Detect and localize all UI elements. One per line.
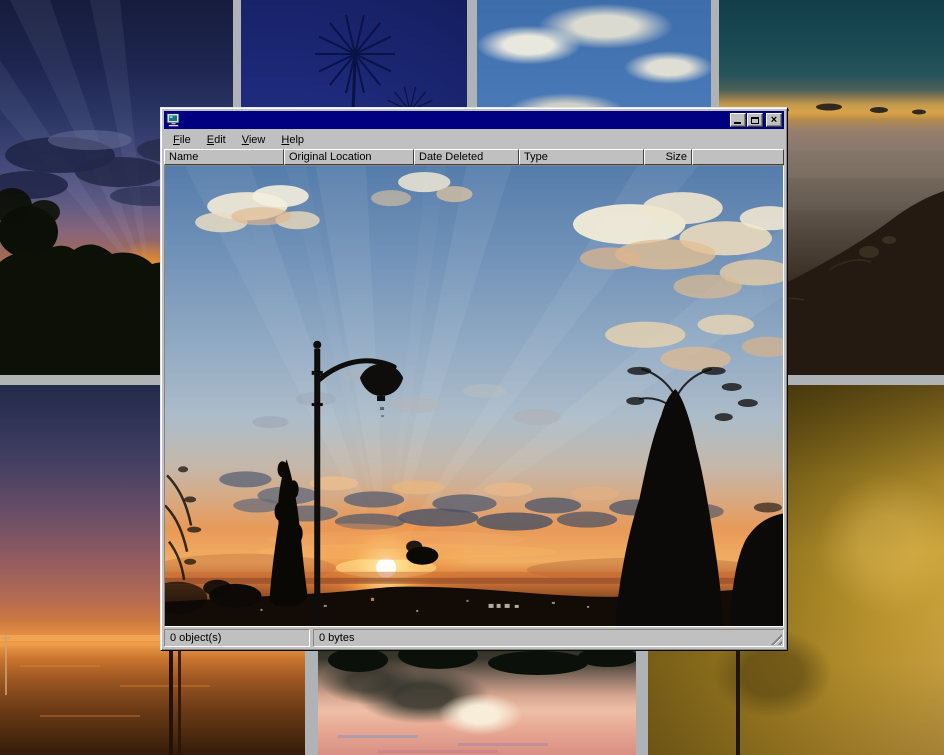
column-header-original-location[interactable]: Original Location — [284, 149, 414, 165]
column-headers: Name Original Location Date Deleted Type… — [164, 149, 784, 165]
maximize-icon — [751, 117, 759, 124]
menu-item-help[interactable]: Help — [273, 132, 312, 148]
maximize-button[interactable] — [747, 113, 763, 127]
close-button[interactable]: × — [766, 113, 782, 127]
column-header-date-deleted[interactable]: Date Deleted — [414, 149, 519, 165]
menu-item-edit[interactable]: Edit — [199, 132, 234, 148]
column-header-type[interactable]: Type — [519, 149, 644, 165]
titlebar[interactable]: × — [164, 111, 784, 129]
menu-item-file[interactable]: File — [165, 132, 199, 148]
water-ripples — [20, 665, 210, 717]
menu-item-view[interactable]: View — [234, 132, 274, 148]
file-list-view[interactable] — [164, 165, 784, 627]
colored-streaks — [338, 735, 548, 753]
minimize-icon — [734, 122, 741, 124]
column-header-name[interactable]: Name — [164, 149, 284, 165]
status-bar: 0 object(s) 0 bytes — [164, 629, 784, 647]
sunset-lamp-photo — [165, 166, 783, 626]
status-byte-count: 0 bytes — [313, 629, 784, 647]
computer-icon[interactable] — [166, 113, 181, 127]
minimize-button[interactable] — [730, 113, 746, 127]
column-header-size[interactable]: Size — [644, 149, 692, 165]
status-object-count: 0 object(s) — [164, 629, 310, 647]
menu-bar: File Edit View Help — [164, 130, 784, 149]
column-header-filler — [692, 149, 784, 165]
close-icon: × — [771, 115, 777, 126]
recycle-bin-window: × File Edit View Help Name Original Loca… — [160, 107, 788, 651]
desktop: { "colors": { "titlebar": "#000080", "wi… — [0, 0, 944, 755]
pole-silhouettes — [2, 635, 181, 755]
